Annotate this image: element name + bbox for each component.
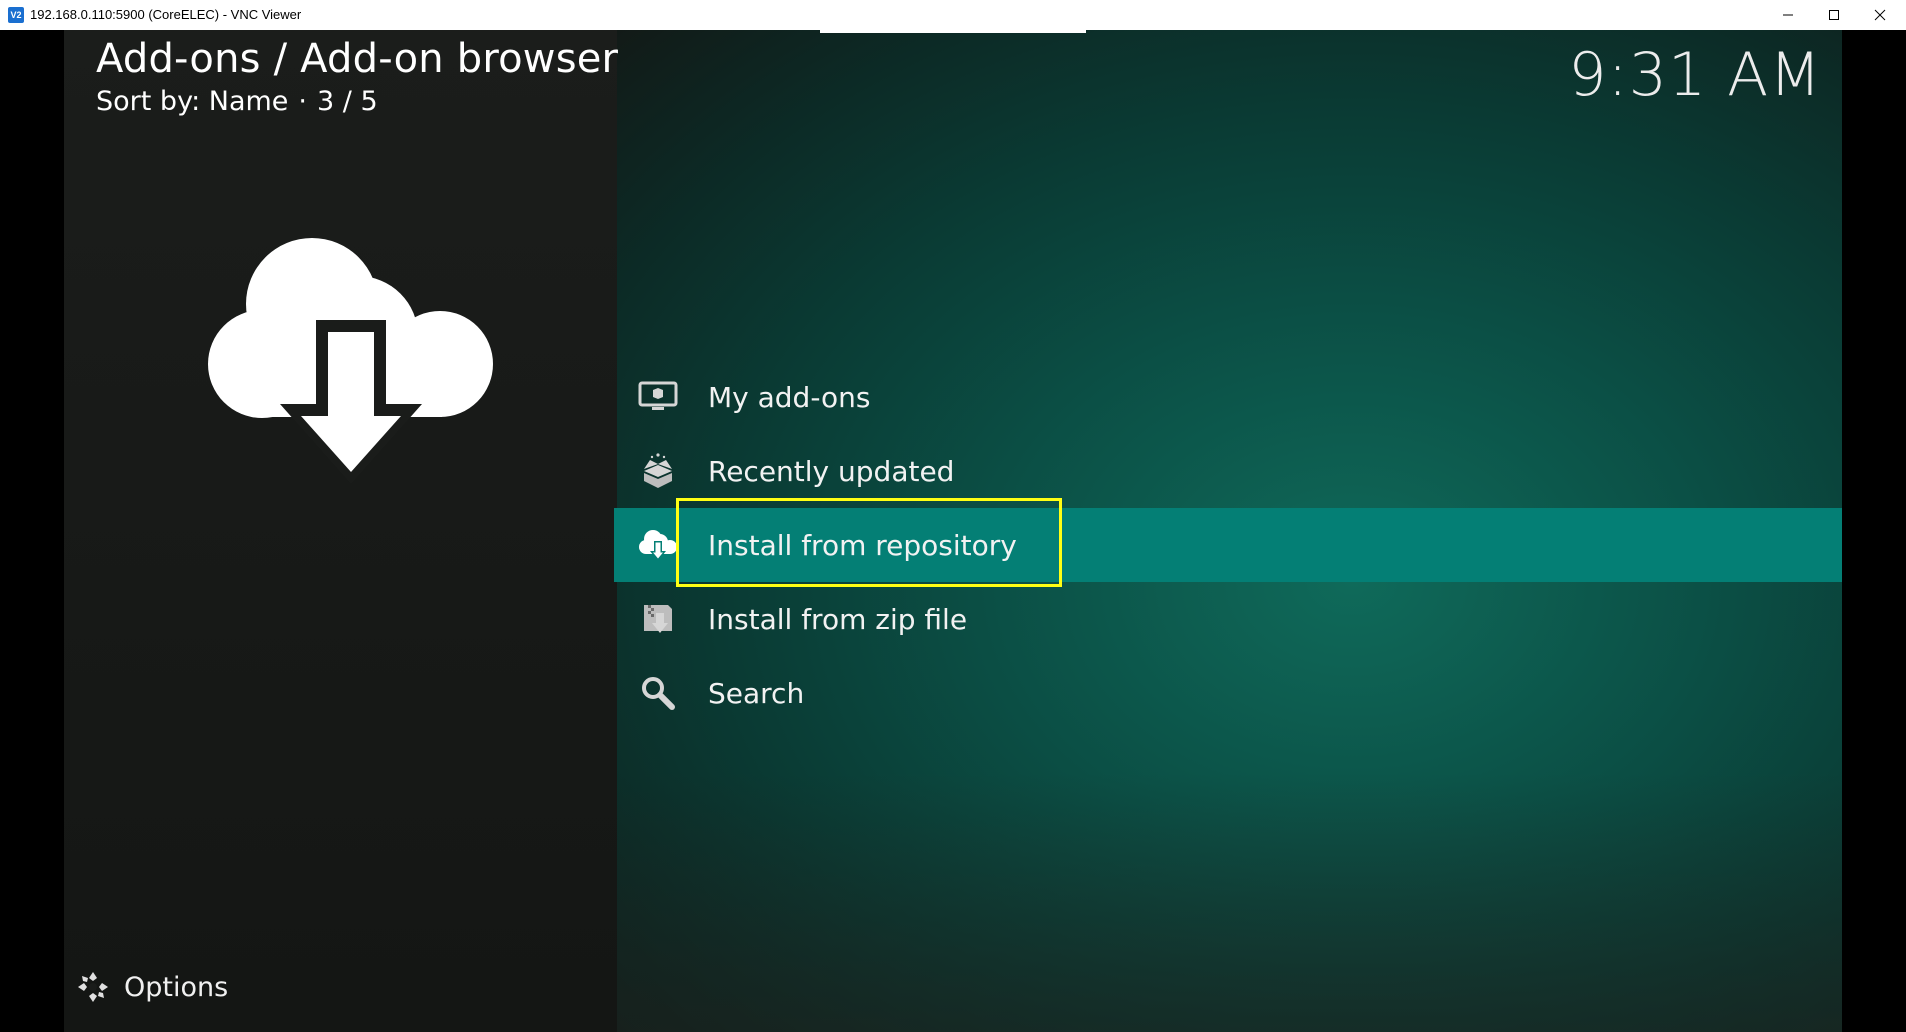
- page-subtitle: Sort by: Name · 3 / 5: [96, 86, 378, 117]
- kodi-viewport: Add-ons / Add-on browser Sort by: Name · 3…: [64, 30, 1842, 1032]
- clock: 9:31 AM: [1568, 40, 1822, 110]
- menu-item-my-addons[interactable]: My add-ons: [614, 360, 1842, 434]
- options-icon: [78, 972, 108, 1002]
- minimize-button[interactable]: [1765, 0, 1811, 30]
- close-button[interactable]: [1857, 0, 1903, 30]
- menu-item-label: Search: [708, 676, 805, 710]
- monitor-box-icon: [638, 377, 678, 417]
- minimize-icon: [1783, 14, 1793, 16]
- item-position: 3 / 5: [317, 86, 378, 117]
- maximize-icon: [1829, 10, 1839, 20]
- menu-item-label: Install from zip file: [708, 602, 968, 636]
- cloud-download-large-icon: [208, 238, 493, 484]
- menu-item-install-from-zip[interactable]: Install from zip file: [614, 582, 1842, 656]
- separator: ·: [298, 86, 308, 117]
- vnc-app-icon: V2: [8, 7, 24, 23]
- options-label: Options: [124, 971, 229, 1003]
- vnc-toolbar-handle[interactable]: [820, 27, 1086, 33]
- menu-item-label: Recently updated: [708, 454, 955, 488]
- zip-download-icon: [638, 599, 678, 639]
- menu-item-label: Install from repository: [708, 528, 1017, 562]
- menu-item-install-from-repository[interactable]: Install from repository: [614, 508, 1842, 582]
- search-icon: [638, 673, 678, 713]
- open-box-icon: [638, 451, 678, 491]
- menu-item-label: My add-ons: [708, 380, 871, 414]
- options-button[interactable]: Options: [76, 970, 228, 1004]
- addon-browser-menu: My add-ons Recently updated Install from…: [614, 360, 1842, 730]
- window-title: 192.168.0.110:5900 (CoreELEC) - VNC View…: [30, 7, 302, 22]
- menu-item-search[interactable]: Search: [614, 656, 1842, 730]
- close-icon: [1874, 9, 1886, 21]
- sort-label: Sort by: Name: [96, 86, 289, 117]
- maximize-button[interactable]: [1811, 0, 1857, 30]
- page-title: Add-ons / Add-on browser: [96, 36, 619, 82]
- left-panel: [64, 30, 617, 1032]
- menu-item-recently-updated[interactable]: Recently updated: [614, 434, 1842, 508]
- cloud-download-icon: [638, 525, 678, 565]
- window-titlebar[interactable]: V2 192.168.0.110:5900 (CoreELEC) - VNC V…: [0, 0, 1906, 30]
